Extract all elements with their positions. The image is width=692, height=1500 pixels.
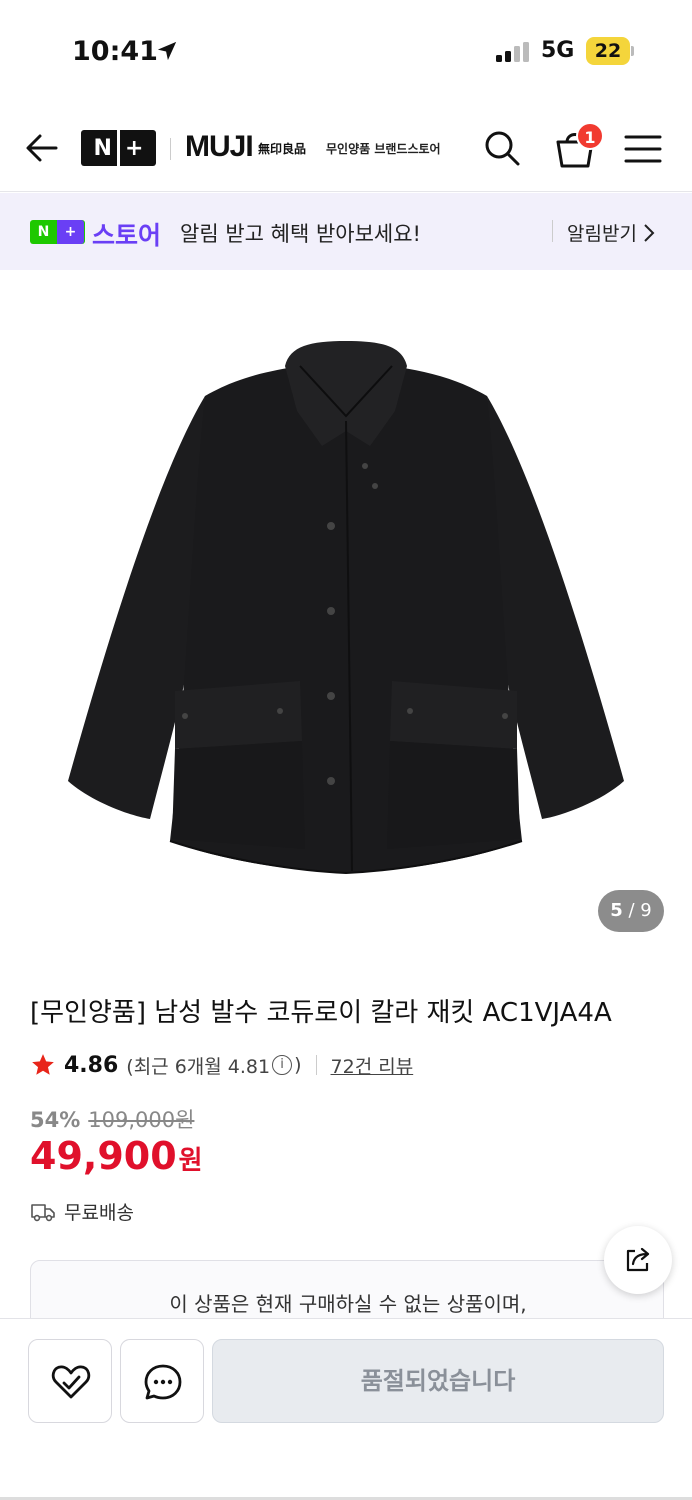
search-icon[interactable] xyxy=(482,128,522,168)
nplus-store-badge: N + xyxy=(30,220,85,244)
nplus-plus: + xyxy=(125,135,144,161)
muji-logo[interactable]: MUJI xyxy=(185,130,254,164)
truck-icon xyxy=(31,1203,55,1221)
chevron-right-icon xyxy=(644,223,655,242)
cart-count-badge: 1 xyxy=(576,122,604,150)
store-badge-n: N xyxy=(37,224,50,240)
store-badge-plus: + xyxy=(57,220,84,244)
product-image[interactable] xyxy=(0,271,692,961)
muji-kanji-logo: 無印良品 xyxy=(258,142,307,156)
discount-rate: 54% xyxy=(30,1108,81,1132)
rating-divider xyxy=(315,1055,317,1075)
notify-button[interactable]: 알림받기 xyxy=(567,219,655,246)
location-arrow-icon xyxy=(157,41,177,61)
signal-icon xyxy=(496,42,529,62)
price-row: 49,900 원 xyxy=(30,1134,203,1178)
rating-recent: (최근 6개월 4.81 xyxy=(126,1055,271,1078)
gallery-current: 5 xyxy=(610,900,623,921)
bottom-action-bar: 품절되었습니다 xyxy=(0,1318,692,1500)
notice-message: 알림 받고 혜택 받아보세요! xyxy=(180,222,421,246)
nplus-divider xyxy=(117,130,120,166)
product-title: [무인양품] 남성 발수 코듀로이 칼라 재킷 AC1VJA4A xyxy=(30,998,612,1028)
info-icon[interactable]: i xyxy=(272,1055,293,1075)
menu-icon[interactable] xyxy=(624,134,662,164)
rating-value: 4.86 xyxy=(64,1052,119,1078)
gallery-total: 9 xyxy=(640,900,652,921)
store-word: 스토어 xyxy=(92,221,162,250)
status-time: 10:41 xyxy=(72,36,158,67)
review-count-link[interactable]: 72건 리뷰 xyxy=(331,1052,414,1079)
top-header: N + MUJI 無印良品 무인양품 브랜드스토어 1 xyxy=(0,100,692,192)
wishlist-button[interactable] xyxy=(28,1339,112,1423)
header-divider xyxy=(170,138,171,160)
star-icon xyxy=(32,1054,54,1075)
heart-icon xyxy=(51,1365,91,1399)
notice-divider xyxy=(552,220,553,242)
rating-recent-close: ) xyxy=(294,1054,302,1076)
talk-button[interactable] xyxy=(120,1339,204,1423)
network-label: 5G xyxy=(541,38,575,63)
shipping-row: 무료배송 xyxy=(30,1198,134,1225)
notification-banner: N + 스토어 알림 받고 혜택 받아보세요! 알림받기 xyxy=(0,193,692,270)
brand-store-label[interactable]: 무인양품 브랜드스토어 xyxy=(326,140,441,157)
share-icon xyxy=(626,1247,650,1272)
sale-price: 49,900 xyxy=(30,1134,177,1178)
soldout-button[interactable]: 품절되었습니다 xyxy=(212,1339,664,1423)
gallery-page-counter: 5 / 9 xyxy=(598,890,664,932)
price-unit: 원 xyxy=(178,1146,203,1176)
notify-button-label: 알림받기 xyxy=(567,223,637,245)
share-button[interactable] xyxy=(604,1226,672,1294)
rating-row: 4.86 (최근 6개월 4.81 i ) 72건 리뷰 xyxy=(30,1050,413,1080)
battery-icon: 22 xyxy=(586,37,634,65)
nplus-n: N xyxy=(93,135,112,161)
status-bar: 10:41 5G 22 xyxy=(0,0,692,100)
original-price: 109,000원 xyxy=(88,1108,195,1132)
back-arrow-icon[interactable] xyxy=(22,130,62,166)
discount-row: 54% 109,000원 xyxy=(30,1104,194,1134)
unavailable-message: 이 상품은 현재 구매하실 수 없는 상품이며, xyxy=(169,1292,527,1316)
chat-bubble-icon xyxy=(144,1364,182,1400)
battery-level: 22 xyxy=(594,40,622,62)
shipping-text: 무료배송 xyxy=(64,1202,134,1224)
